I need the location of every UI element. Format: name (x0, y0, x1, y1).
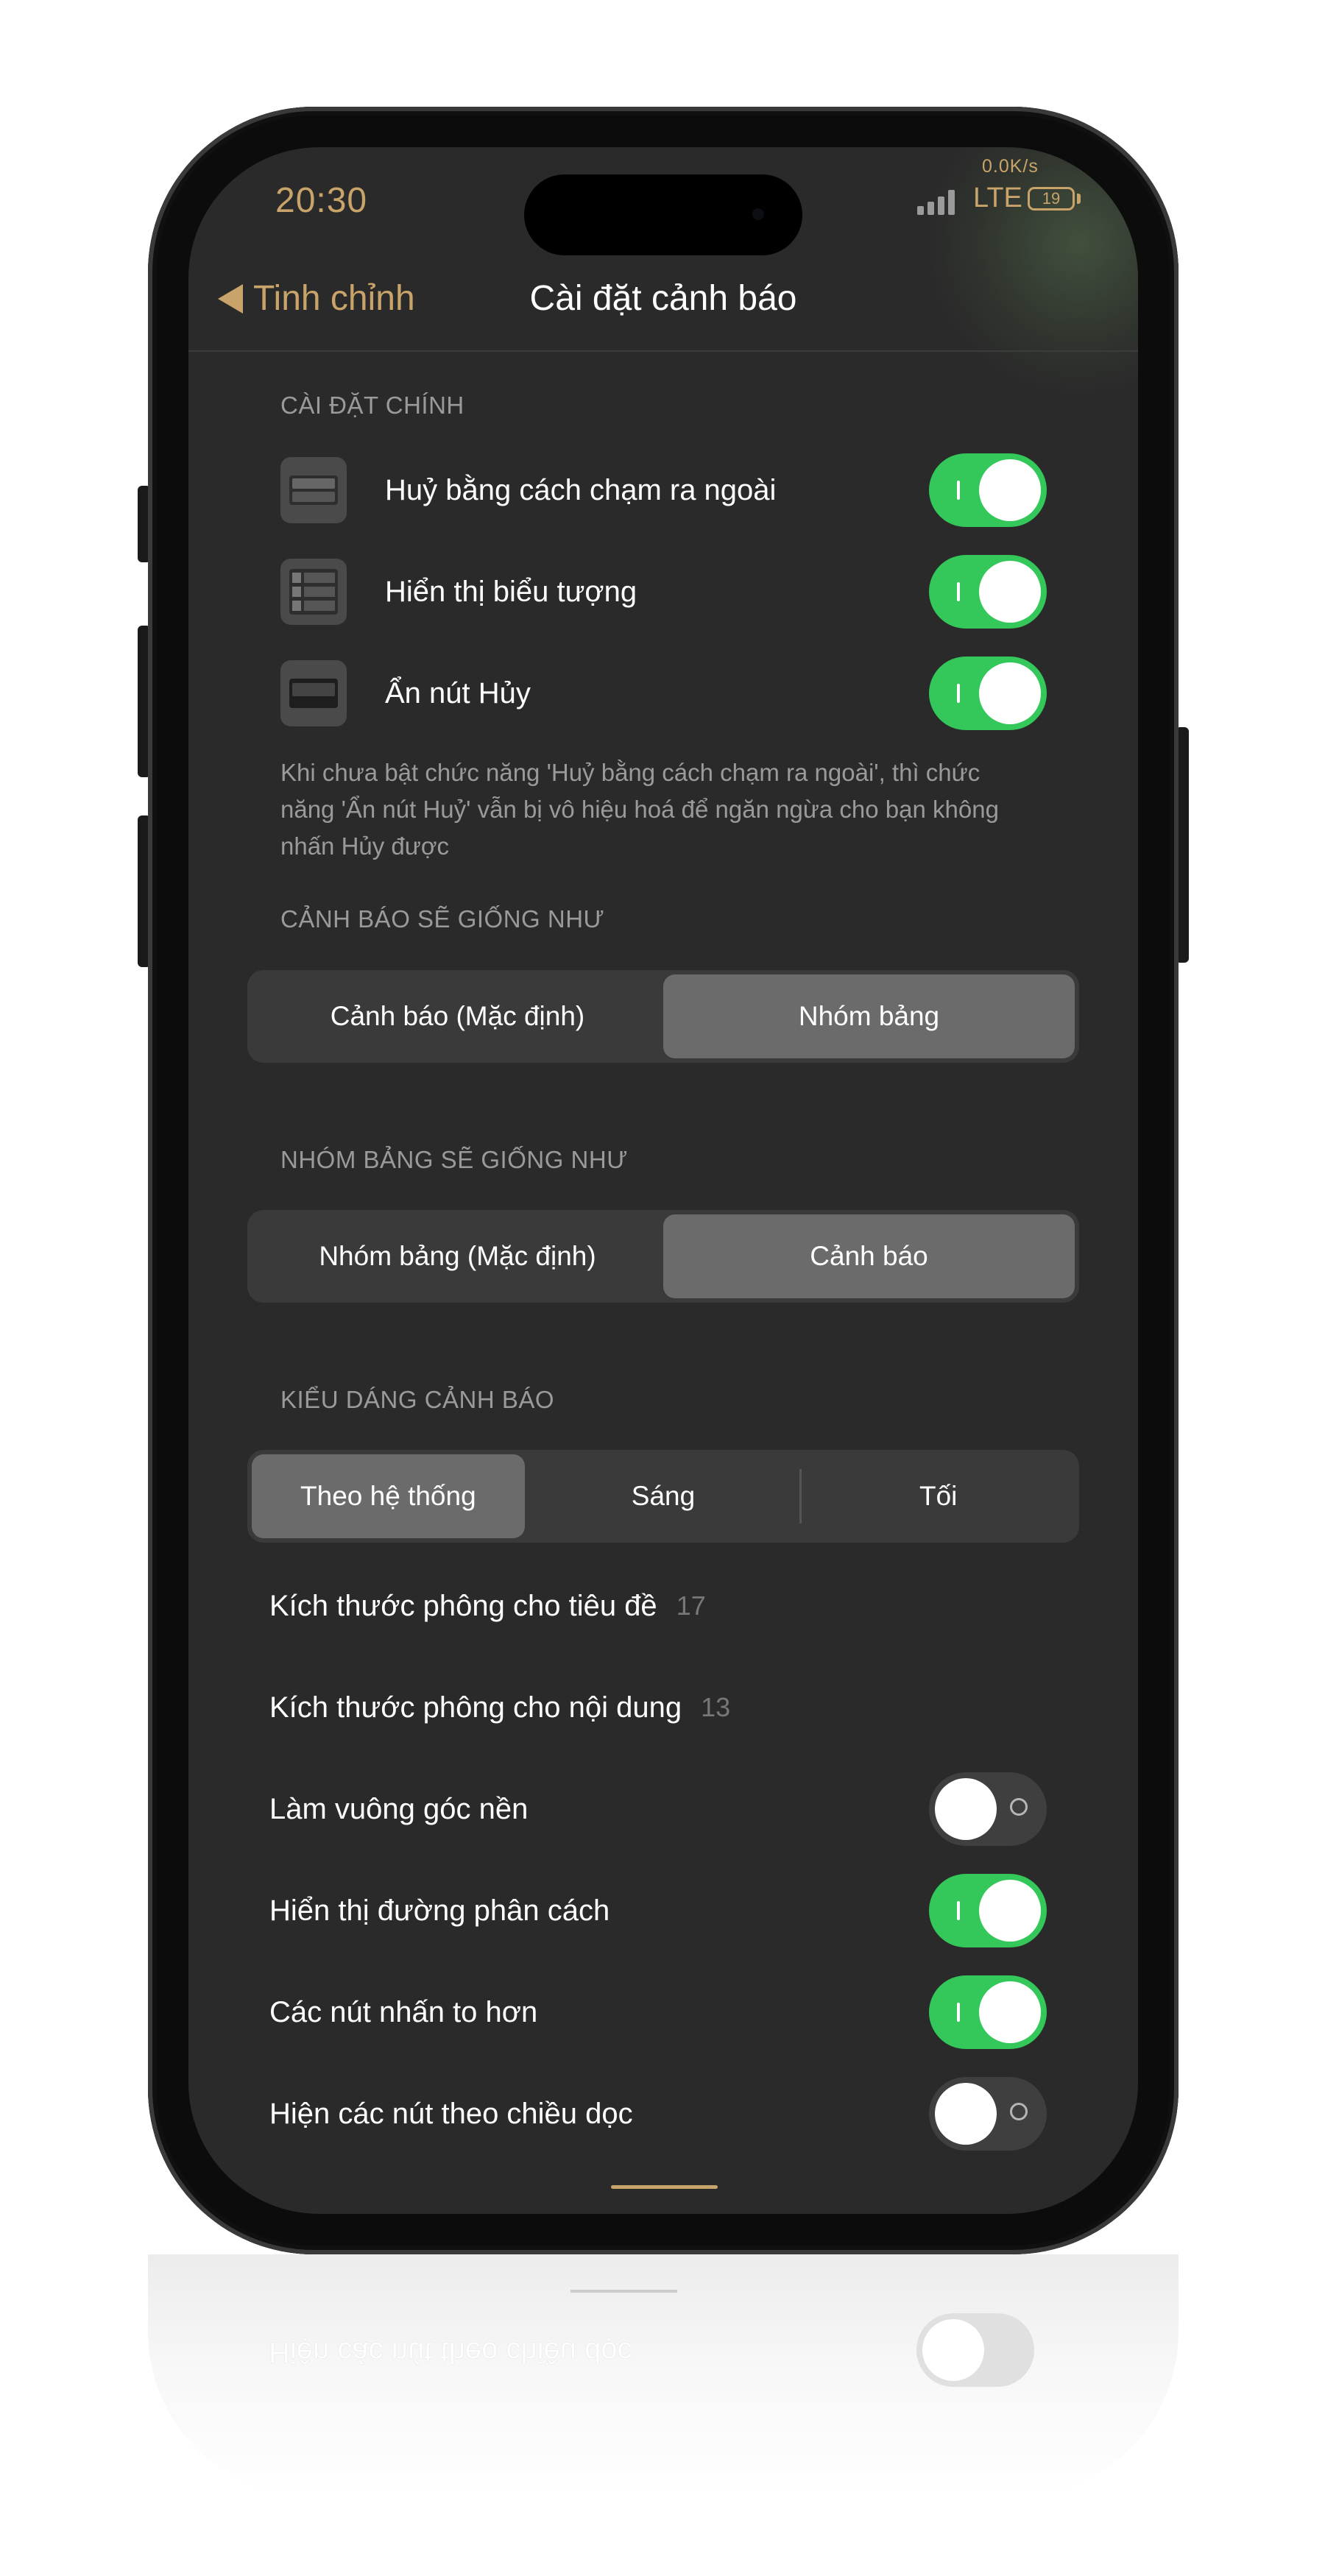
status-network: LTE (973, 183, 1022, 213)
phone-reflection: Hiện các nút theo chiều dọc (148, 2254, 1179, 2497)
toggle-knob (935, 2083, 997, 2145)
show-separators-toggle[interactable] (929, 1874, 1047, 1947)
hide-button-icon (280, 660, 347, 726)
tap-outside-toggle[interactable] (929, 453, 1047, 527)
home-indicator (611, 2185, 718, 2189)
row-label: Kích thước phông cho tiêu đề (269, 1589, 657, 1622)
battery-tip (1077, 194, 1081, 204)
battery-icon: 19 (1028, 187, 1075, 210)
hide-cancel-toggle[interactable] (929, 657, 1047, 730)
reflection-text: Hiện các nút theo chiều dọc (269, 2336, 632, 2368)
segment-system[interactable]: Theo hệ thống (252, 1454, 525, 1538)
larger-buttons-toggle[interactable] (929, 1975, 1047, 2049)
toggle-on-mark (957, 2003, 960, 2022)
title-font-size-value: 17 (676, 1590, 706, 1621)
page-title: Cài đặt cảnh báo (529, 279, 797, 318)
status-net-speed: 0.0K/s (982, 156, 1039, 177)
toggle-off-mark (1010, 1798, 1028, 1816)
section-header-main: CÀI ĐẶT CHÍNH (280, 392, 464, 419)
segment-sheet-default[interactable]: Nhóm bảng (Mặc định) (252, 1214, 663, 1298)
row-label: Kích thước phông cho nội dung (269, 1691, 682, 1724)
sheet-as-segmented: Nhóm bảng (Mặc định) Cảnh báo (247, 1210, 1079, 1303)
list-icon (280, 559, 347, 625)
segment-alert-default[interactable]: Cảnh báo (Mặc định) (252, 974, 663, 1058)
reflection-body: Hiện các nút theo chiều dọc (148, 2254, 1179, 2497)
toggle-on-mark (957, 1901, 960, 1920)
signal-icon (917, 190, 957, 215)
segment-action-sheet[interactable]: Nhóm bảng (663, 974, 1075, 1058)
screen: 20:30 0.0K/s LTE 19 Tinh chỉnh Cài đặt c… (188, 147, 1138, 2214)
toggle-knob (935, 1778, 997, 1840)
toggle-off-mark (1010, 2103, 1028, 2120)
toggle-on-mark (957, 582, 960, 601)
alert-as-segmented: Cảnh báo (Mặc định) Nhóm bảng (247, 970, 1079, 1063)
status-time: 20:30 (275, 181, 368, 220)
toggle-on-mark (957, 481, 960, 500)
toggle-on-mark (957, 684, 960, 703)
nav-divider (188, 350, 1138, 352)
toggle-knob (979, 561, 1041, 623)
body-font-size-row[interactable]: Kích thước phông cho nội dung 13 (269, 1671, 1046, 1744)
segment-light[interactable]: Sáng (527, 1454, 800, 1538)
alert-style-segmented: Theo hệ thống Sáng Tối (247, 1450, 1079, 1543)
toggle-knob (979, 1981, 1041, 2043)
tap-outside-icon (280, 457, 347, 523)
section-header-alert-as: CẢNH BÁO SẼ GIỐNG NHƯ (280, 905, 605, 933)
reflection-home-indicator (570, 2290, 677, 2293)
show-icons-toggle[interactable] (929, 555, 1047, 629)
reflection-toggle (916, 2313, 1034, 2387)
segment-dark[interactable]: Tối (802, 1454, 1075, 1538)
vertical-buttons-toggle[interactable] (929, 2077, 1047, 2151)
body-font-size-value: 13 (701, 1692, 731, 1722)
main-settings-footnote: Khi chưa bật chức năng 'Huỷ bằng cách ch… (280, 759, 999, 860)
reflection-toggle-knob (922, 2319, 984, 2381)
section-header-alert-style: KIỂU DÁNG CẢNH BÁO (280, 1386, 555, 1413)
camera-icon (752, 208, 764, 220)
background-glow (925, 147, 1138, 397)
segment-alert[interactable]: Cảnh báo (663, 1214, 1075, 1298)
section-header-sheet-as: NHÓM BẢNG SẼ GIỐNG NHƯ (280, 1146, 628, 1173)
toggle-knob (979, 1880, 1041, 1942)
title-font-size-row[interactable]: Kích thước phông cho tiêu đề 17 (269, 1569, 1046, 1643)
square-background-toggle[interactable] (929, 1772, 1047, 1846)
toggle-knob (979, 662, 1041, 724)
dynamic-island (524, 174, 802, 255)
toggle-knob (979, 459, 1041, 521)
